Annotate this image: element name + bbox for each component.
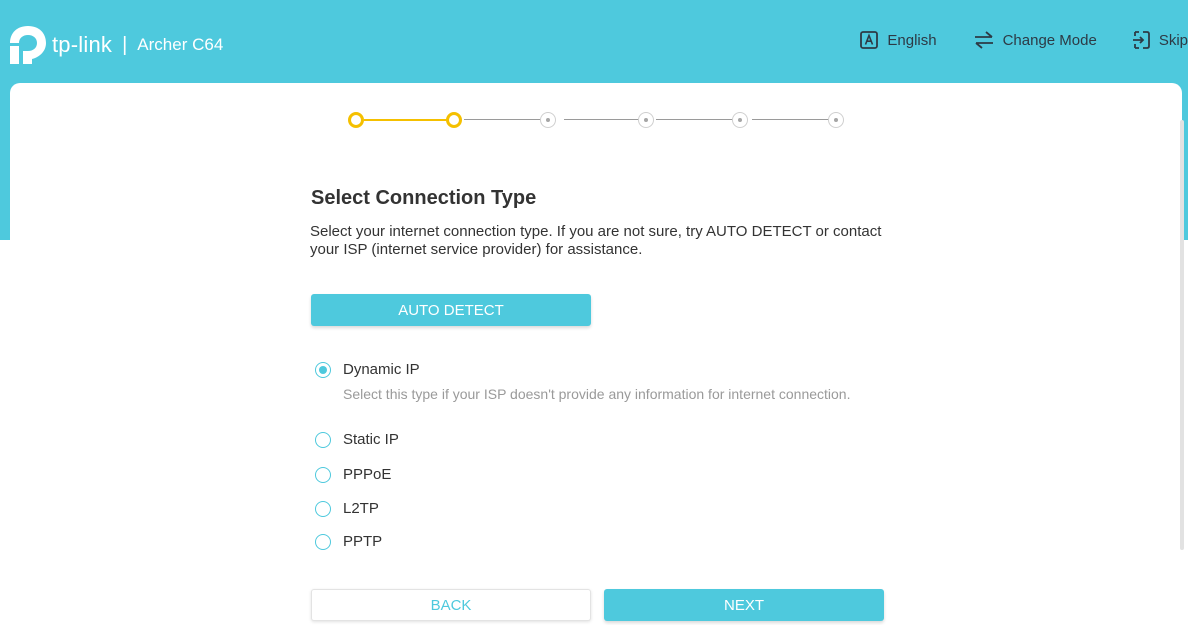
brand-name: tp-link bbox=[52, 32, 113, 57]
back-button[interactable]: BACK bbox=[311, 589, 591, 621]
option-pppoe-label: PPPoE bbox=[343, 466, 392, 483]
step-connector-2 bbox=[464, 119, 548, 120]
progress-steps bbox=[348, 110, 848, 130]
step-5-dot bbox=[732, 112, 748, 128]
model-name: Archer C64 bbox=[137, 35, 224, 54]
change-mode-button[interactable]: Change Mode bbox=[973, 30, 1097, 50]
change-mode-icon bbox=[974, 31, 993, 49]
option-pptp[interactable]: PPTP bbox=[315, 533, 382, 550]
radio-pptp[interactable] bbox=[315, 533, 331, 550]
step-connector-1 bbox=[364, 119, 448, 121]
top-actions: English Change Mode Skip bbox=[859, 30, 1188, 50]
option-pptp-label: PPTP bbox=[343, 533, 383, 550]
radio-static-ip[interactable] bbox=[315, 431, 331, 448]
option-static-ip[interactable]: Static IP bbox=[315, 431, 399, 448]
radio-pppoe[interactable] bbox=[315, 466, 331, 483]
option-static-ip-label: Static IP bbox=[343, 431, 399, 448]
option-l2tp-label: L2TP bbox=[343, 500, 379, 517]
setup-card bbox=[10, 83, 1182, 625]
language-button[interactable]: English bbox=[859, 30, 937, 50]
option-l2tp[interactable]: L2TP bbox=[315, 500, 379, 517]
auto-detect-button[interactable]: AUTO DETECT bbox=[311, 294, 591, 326]
step-3-dot bbox=[540, 112, 556, 128]
page-title: Select Connection Type bbox=[311, 187, 537, 209]
tp-link-logo: tp-link | Archer C64 bbox=[8, 24, 223, 66]
change-mode-label: Change Mode bbox=[1002, 31, 1097, 49]
option-dynamic-ip-label: Dynamic IP bbox=[343, 361, 420, 378]
tp-link-logo-icon bbox=[10, 26, 46, 64]
dynamic-ip-help: Select this type if your ISP doesn't pro… bbox=[343, 386, 851, 402]
brand-separator: | bbox=[122, 33, 128, 56]
next-button[interactable]: NEXT bbox=[604, 589, 884, 621]
option-pppoe[interactable]: PPPoE bbox=[315, 466, 391, 483]
language-label: English bbox=[887, 31, 937, 49]
step-4-dot bbox=[638, 112, 654, 128]
skip-icon bbox=[1132, 31, 1150, 49]
scrollbar[interactable] bbox=[1180, 120, 1184, 550]
option-dynamic-ip[interactable]: Dynamic IP bbox=[315, 361, 420, 378]
step-1-dot bbox=[348, 112, 364, 128]
step-connector-3 bbox=[564, 119, 640, 120]
radio-l2tp[interactable] bbox=[315, 500, 331, 517]
skip-label: Skip bbox=[1158, 31, 1188, 49]
page-description: Select your internet connection type. If… bbox=[310, 223, 882, 258]
step-connector-5 bbox=[752, 119, 832, 120]
step-connector-4 bbox=[656, 119, 736, 120]
skip-button[interactable]: Skip bbox=[1131, 30, 1188, 50]
radio-dynamic-ip[interactable] bbox=[315, 361, 331, 378]
step-6-dot bbox=[828, 112, 844, 128]
step-2-dot bbox=[446, 112, 462, 128]
language-icon bbox=[860, 31, 879, 49]
